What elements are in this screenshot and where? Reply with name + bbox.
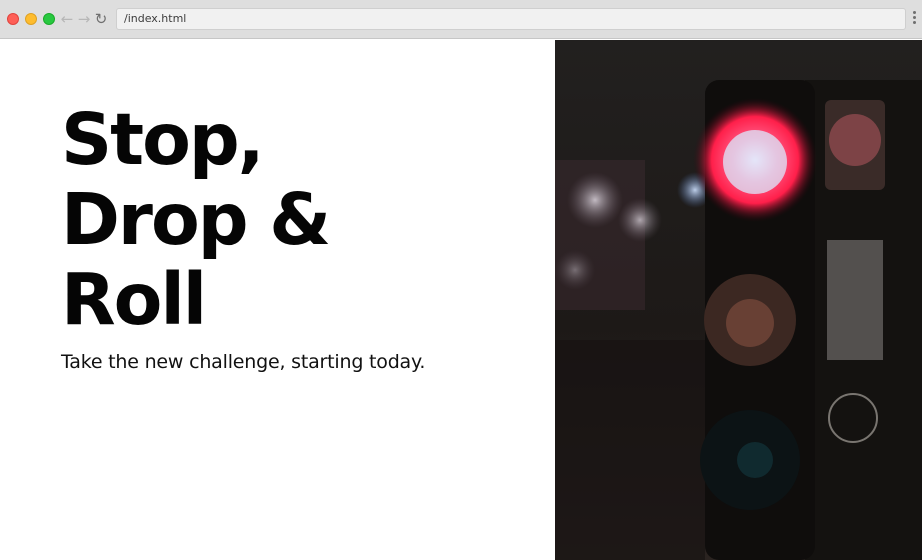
window-maximize-button[interactable]	[43, 13, 55, 25]
back-arrow-icon[interactable]: ←	[59, 9, 75, 29]
forward-arrow-icon[interactable]: →	[76, 9, 92, 29]
traffic-light-image	[555, 40, 922, 560]
window-close-button[interactable]	[7, 13, 19, 25]
hero-title: Stop, Drop & Roll	[61, 100, 481, 340]
browser-toolbar: ← → ↻ /index.html	[0, 0, 922, 39]
reload-icon[interactable]: ↻	[93, 9, 109, 29]
window-minimize-button[interactable]	[25, 13, 37, 25]
hero-title-line-2: Drop &	[61, 178, 331, 261]
hero-title-line-1: Stop,	[61, 98, 265, 181]
traffic-light-photo	[555, 40, 922, 560]
menu-dots-icon[interactable]	[911, 11, 917, 27]
address-bar[interactable]: /index.html	[116, 8, 906, 30]
hero-title-line-3: Roll	[61, 258, 207, 341]
hero-subtitle: Take the new challenge, starting today.	[61, 351, 426, 373]
